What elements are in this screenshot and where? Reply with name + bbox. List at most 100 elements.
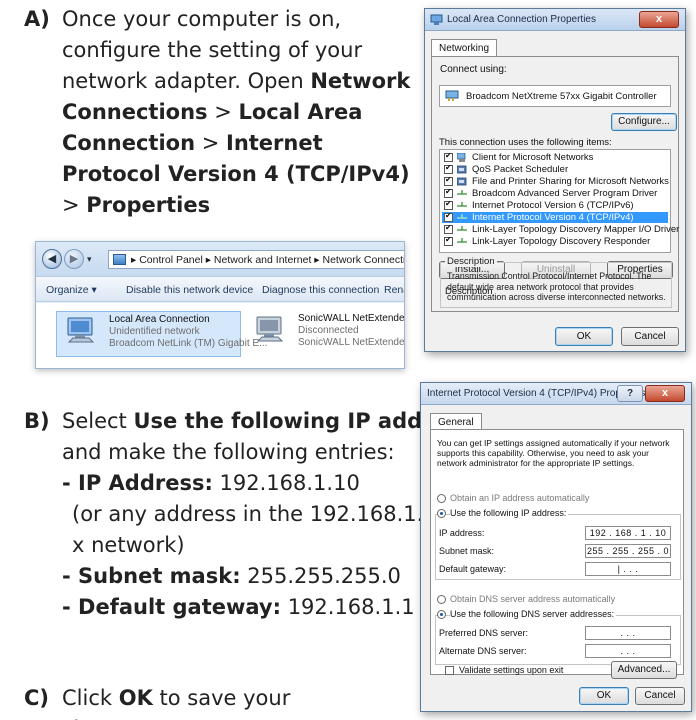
ok-button[interactable]: OK [555, 327, 613, 346]
cancel-button[interactable]: Cancel [621, 327, 679, 346]
protocol-icon [457, 190, 467, 195]
list-item[interactable]: Client for Microsoft Networks [442, 151, 668, 163]
control-panel-icon [113, 254, 126, 265]
back-button[interactable]: ◀ [42, 249, 62, 269]
checkbox[interactable] [444, 211, 453, 222]
disable-device-button[interactable]: Disable this network device [126, 284, 253, 296]
list-item[interactable]: File and Printer Sharing for Microsoft N… [442, 175, 669, 187]
list-item-label: Internet Protocol Version 6 (TCP/IPv6) [472, 200, 634, 211]
protocol-icon [457, 238, 467, 243]
use-following-ip-radio[interactable] [437, 509, 446, 518]
network-connection-icon [256, 316, 284, 342]
ok-button[interactable]: OK [579, 687, 629, 705]
list-item-label: Link-Layer Topology Discovery Responder [472, 236, 651, 247]
list-item-label: Internet Protocol Version 4 (TCP/IPv4) [472, 212, 634, 223]
list-item-ipv4-selected[interactable]: Internet Protocol Version 4 (TCP/IPv4) [442, 211, 668, 223]
breadcrumb-path: ▸ Control Panel ▸ Network and Internet ▸… [131, 254, 405, 266]
network-adapter-icon [445, 90, 459, 101]
lan-properties-titlebar: Local Area Connection Properties x [425, 9, 685, 31]
connections-list: Local Area Connection Unidentified netwo… [36, 303, 405, 368]
forward-button[interactable]: ▶ [64, 249, 84, 269]
checkbox[interactable] [444, 187, 453, 198]
validate-label: Validate settings upon exit [459, 665, 564, 675]
list-item-label: Link-Layer Topology Discovery Mapper I/O… [472, 224, 680, 235]
ipv4-properties-window: Internet Protocol Version 4 (TCP/IPv4) P… [420, 382, 692, 712]
list-item[interactable]: Link-Layer Topology Discovery Mapper I/O… [442, 223, 679, 235]
step-b-gateway-label: - Default gateway: [62, 595, 282, 619]
description-text: Transmission Control Protocol/Internet P… [447, 271, 666, 302]
step-b-ip-note-1: (or any address in the 192.168.1. [72, 502, 424, 526]
list-item-label: Broadcom Advanced Server Program Driver [472, 188, 658, 199]
ip-address-input[interactable]: 192 . 168 . 1 . 10 [585, 526, 671, 540]
connection-name: Local Area Connection [109, 314, 210, 325]
protocol-icon [457, 226, 467, 231]
list-item[interactable]: Broadcom Advanced Server Program Driver [442, 187, 668, 199]
list-item-label: QoS Packet Scheduler [472, 164, 569, 175]
connection-status: Disconnected [298, 325, 359, 336]
connection-status: Unidentified network [109, 326, 200, 337]
obtain-dns-auto-radio[interactable] [437, 595, 446, 604]
step-b-ip-label: - IP Address: [62, 471, 213, 495]
checkbox[interactable] [444, 151, 453, 162]
close-button[interactable]: x [645, 385, 685, 402]
network-adapter-icon [430, 14, 443, 25]
network-connection-icon [67, 317, 95, 343]
breadcrumb[interactable]: ▸ Control Panel ▸ Network and Internet ▸… [108, 250, 405, 269]
checkbox[interactable] [444, 199, 453, 210]
tab-networking[interactable]: Networking [431, 39, 498, 57]
use-following-dns-radio[interactable] [437, 610, 446, 619]
advanced-button[interactable]: Advanced... [611, 661, 677, 679]
obtain-ip-auto-label: Obtain an IP address automatically [450, 493, 590, 503]
step-b-subnet-label: - Subnet mask: [62, 564, 241, 588]
command-bar: Organize ▾ Disable this network device D… [36, 276, 404, 302]
alternate-dns-input[interactable]: . . . [585, 644, 671, 658]
ipv4-intro-text: You can get IP settings assigned automat… [437, 438, 670, 468]
validate-checkbox[interactable] [445, 666, 454, 675]
use-following-dns-label: Use the following DNS server addresses: [450, 609, 617, 619]
lan-properties-title: Local Area Connection Properties [447, 14, 596, 25]
protocol-icon [457, 214, 467, 219]
connection-device: SonicWALL NetExtender Adapter [298, 337, 405, 348]
connection-sonicwall[interactable]: SonicWALL NetExtender Disconnected Sonic… [246, 311, 405, 357]
step-b-subnet-value: 255.255.255.0 [240, 564, 401, 588]
organize-button[interactable]: Organize ▾ [46, 284, 97, 296]
checkbox[interactable] [444, 223, 453, 234]
obtain-ip-auto-radio[interactable] [437, 494, 446, 503]
checkbox[interactable] [444, 163, 453, 174]
list-item[interactable]: QoS Packet Scheduler [442, 163, 668, 175]
list-item-label: Client for Microsoft Networks [472, 152, 594, 163]
step-b-letter: B) [24, 409, 50, 433]
step-b-instructions: B) Select Use the following IP address a… [24, 406, 472, 623]
description-heading: Description [445, 256, 497, 267]
preferred-dns-input[interactable]: . . . [585, 626, 671, 640]
close-button[interactable]: x [639, 11, 679, 28]
step-a-sep3: > [62, 193, 87, 217]
help-button[interactable]: ? [617, 385, 643, 402]
step-a-sep1: > [207, 100, 239, 124]
subnet-mask-input[interactable]: 255 . 255 . 255 . 0 [585, 544, 671, 558]
connection-name: SonicWALL NetExtender [298, 313, 405, 324]
rename-button[interactable]: Rename this [384, 284, 404, 296]
configure-button[interactable]: Configure... [611, 113, 677, 131]
protocol-icon [457, 202, 467, 207]
list-item[interactable]: Internet Protocol Version 6 (TCP/IPv6) [442, 199, 668, 211]
default-gateway-input[interactable]: | . . . [585, 562, 671, 576]
adapter-field: Broadcom NetXtreme 57xx Gigabit Controll… [439, 85, 671, 107]
cancel-button[interactable]: Cancel [635, 687, 685, 705]
step-a-instructions: A) Once your computer is on, configure t… [24, 4, 422, 221]
step-b-ip-value: 192.168.1.10 [212, 471, 360, 495]
checkbox[interactable] [444, 235, 453, 246]
step-c-click: Click [62, 686, 119, 710]
list-item[interactable]: Link-Layer Topology Discovery Responder [442, 235, 668, 247]
step-a-letter: A) [24, 7, 50, 31]
step-c-letter: C) [24, 686, 50, 710]
connection-local-area[interactable]: Local Area Connection Unidentified netwo… [56, 311, 267, 357]
connection-device: Broadcom NetLink (TM) Gigabit E... [109, 338, 268, 349]
diagnose-button[interactable]: Diagnose this connection [262, 284, 379, 296]
preferred-dns-label: Preferred DNS server: [439, 628, 529, 638]
general-panel: You can get IP settings assigned automat… [430, 429, 684, 675]
step-c-instructions: C) Click OK to save your changes. [24, 683, 382, 720]
checkbox[interactable] [444, 175, 453, 186]
obtain-dns-auto-label: Obtain DNS server address automatically [450, 594, 616, 604]
history-dropdown-icon[interactable]: ▾ [87, 254, 92, 265]
